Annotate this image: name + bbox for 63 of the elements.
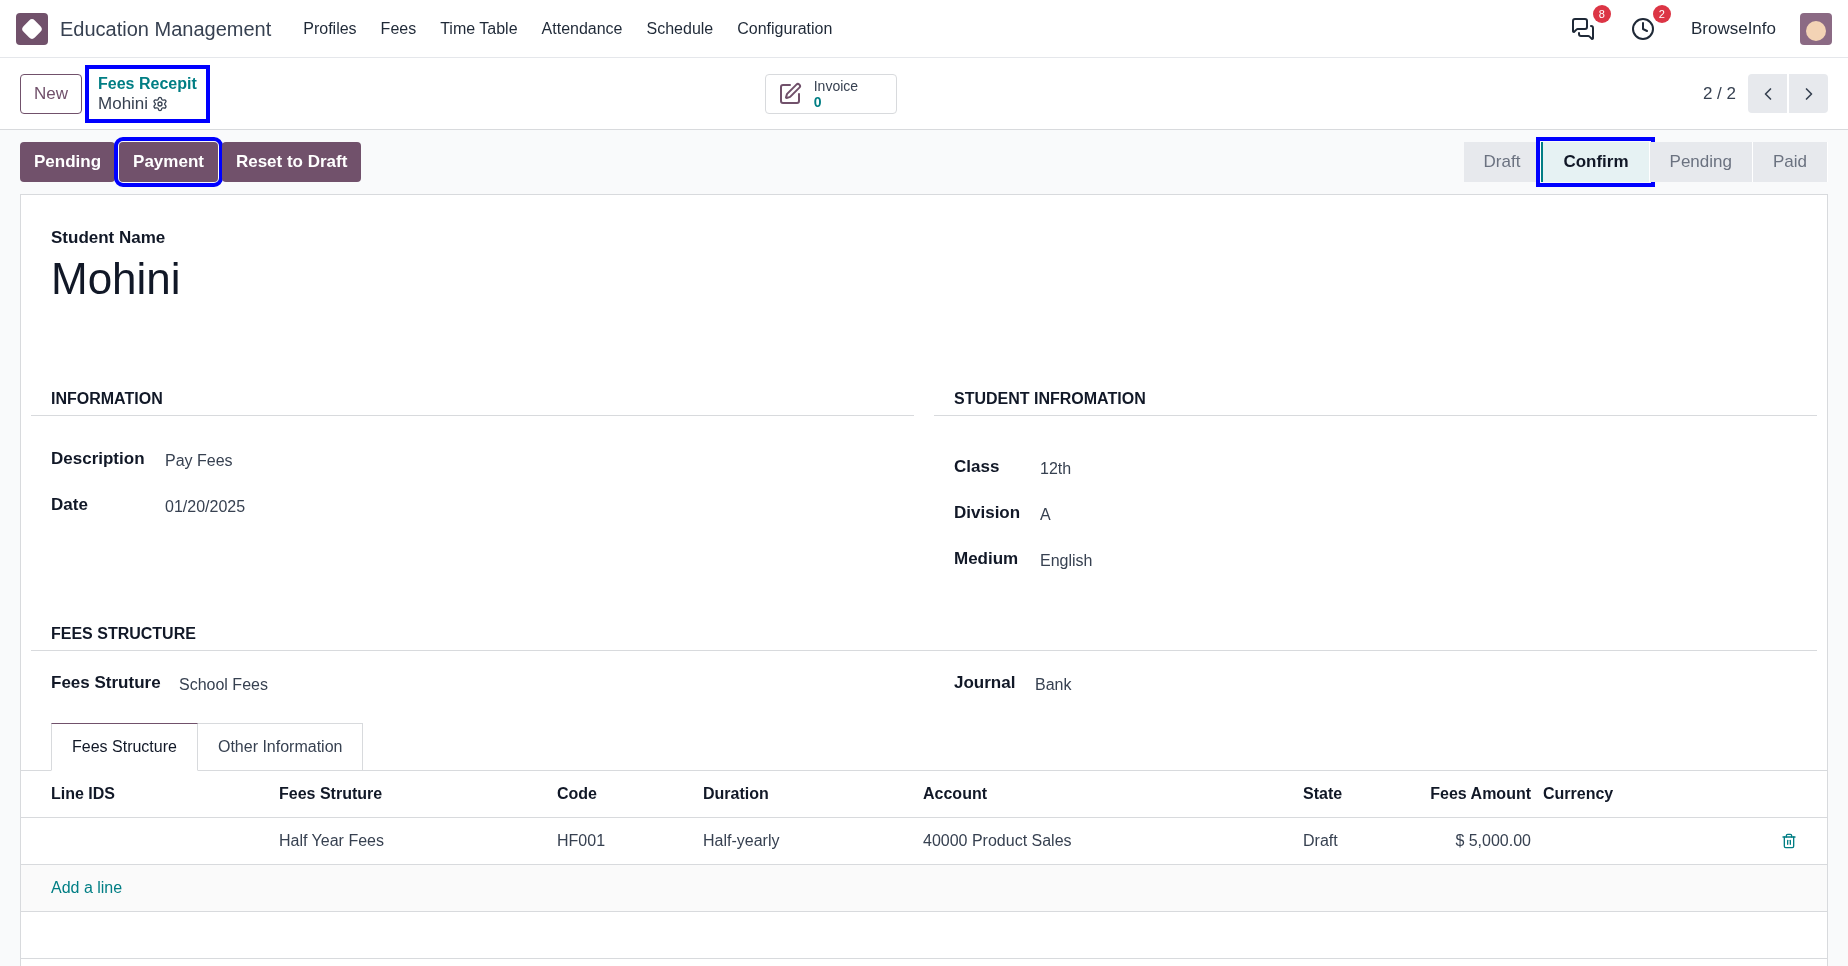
- count-badge: 2: [1652, 4, 1671, 23]
- menu-item[interactable]: Schedule: [634, 16, 726, 41]
- table-cell: Half-yearly: [703, 831, 780, 849]
- field-label: Date: [51, 493, 89, 516]
- menu-item[interactable]: Fees: [368, 16, 429, 41]
- menu-item[interactable]: Time Table: [428, 16, 530, 41]
- menu-item[interactable]: Configuration: [725, 16, 845, 41]
- table-cell: Draft: [1303, 831, 1338, 849]
- table-cell: $ 5,000.00: [1455, 831, 1531, 849]
- field-label: Journal: [954, 671, 1017, 694]
- section-title: STUDENT INFROMATION: [934, 386, 1817, 416]
- app-name[interactable]: Education Management: [60, 13, 272, 44]
- student-name: Mohini: [51, 252, 182, 305]
- table-cell: Half Year Fees: [279, 831, 384, 849]
- field-value: 01/20/2025: [165, 496, 246, 517]
- column-header[interactable]: State: [1303, 781, 1423, 806]
- table-cell: HF001: [557, 831, 606, 849]
- status-stage[interactable]: Draft: [1463, 142, 1542, 182]
- field-label: Class: [954, 455, 1001, 478]
- action-button[interactable]: Pending: [20, 142, 116, 182]
- count-badge: 8: [1592, 4, 1611, 23]
- pager-value[interactable]: 2 / 2: [1702, 80, 1736, 107]
- field-value: 12th: [1040, 458, 1072, 479]
- edit-icon: [777, 81, 802, 106]
- app-logo-icon[interactable]: [16, 12, 48, 45]
- avatar-icon[interactable]: [1800, 12, 1832, 45]
- delete-icon[interactable]: [1781, 832, 1797, 849]
- section-title: INFORMATION: [31, 386, 914, 416]
- column-header[interactable]: Currency: [1543, 781, 1683, 806]
- company-name[interactable]: BrowseInfo: [1690, 15, 1776, 42]
- field-label: Description: [51, 447, 146, 470]
- chat-icon[interactable]: [1570, 16, 1595, 41]
- clock-icon[interactable]: [1630, 16, 1655, 41]
- column-header[interactable]: Code: [557, 781, 703, 806]
- column-header[interactable]: Fees Amount: [1423, 781, 1543, 806]
- tab[interactable]: Other Information: [197, 722, 364, 771]
- field-value: English: [1040, 550, 1093, 571]
- field-value: A: [1040, 504, 1051, 525]
- column-header[interactable]: Fees Struture: [279, 781, 557, 806]
- status-stage[interactable]: Pending: [1649, 142, 1753, 182]
- field-value: Pay Fees: [165, 450, 233, 471]
- menu-item[interactable]: Profiles: [291, 16, 369, 41]
- new-button[interactable]: New: [20, 73, 82, 114]
- add-line-link[interactable]: Add a line: [51, 875, 123, 900]
- action-button[interactable]: Reset to Draft: [221, 142, 362, 182]
- field-label: Student Name: [51, 227, 167, 249]
- table-cell: 40000 Product Sales: [923, 831, 1072, 849]
- invoice-smart-button[interactable]: Invoice 0: [764, 73, 897, 114]
- tab[interactable]: Fees Structure: [51, 722, 198, 771]
- settings-icon[interactable]: [152, 95, 169, 112]
- section-title: FEES STRUCTURE: [31, 621, 1817, 651]
- record-name: Mohini: [98, 93, 149, 114]
- field-value: School Fees: [179, 674, 268, 695]
- field-label: Fees Struture: [51, 671, 162, 694]
- field-label: Division: [954, 501, 1022, 524]
- status-stage[interactable]: Paid: [1752, 142, 1828, 182]
- column-header[interactable]: Duration: [703, 781, 923, 806]
- column-header[interactable]: Line IDS: [51, 781, 279, 806]
- field-value: Bank: [1035, 674, 1072, 695]
- breadcrumb-link[interactable]: Fees Recepit: [98, 73, 197, 94]
- field-label: Medium: [954, 547, 1020, 570]
- column-header[interactable]: Account: [923, 781, 1303, 806]
- menu-item[interactable]: Attendance: [529, 16, 635, 41]
